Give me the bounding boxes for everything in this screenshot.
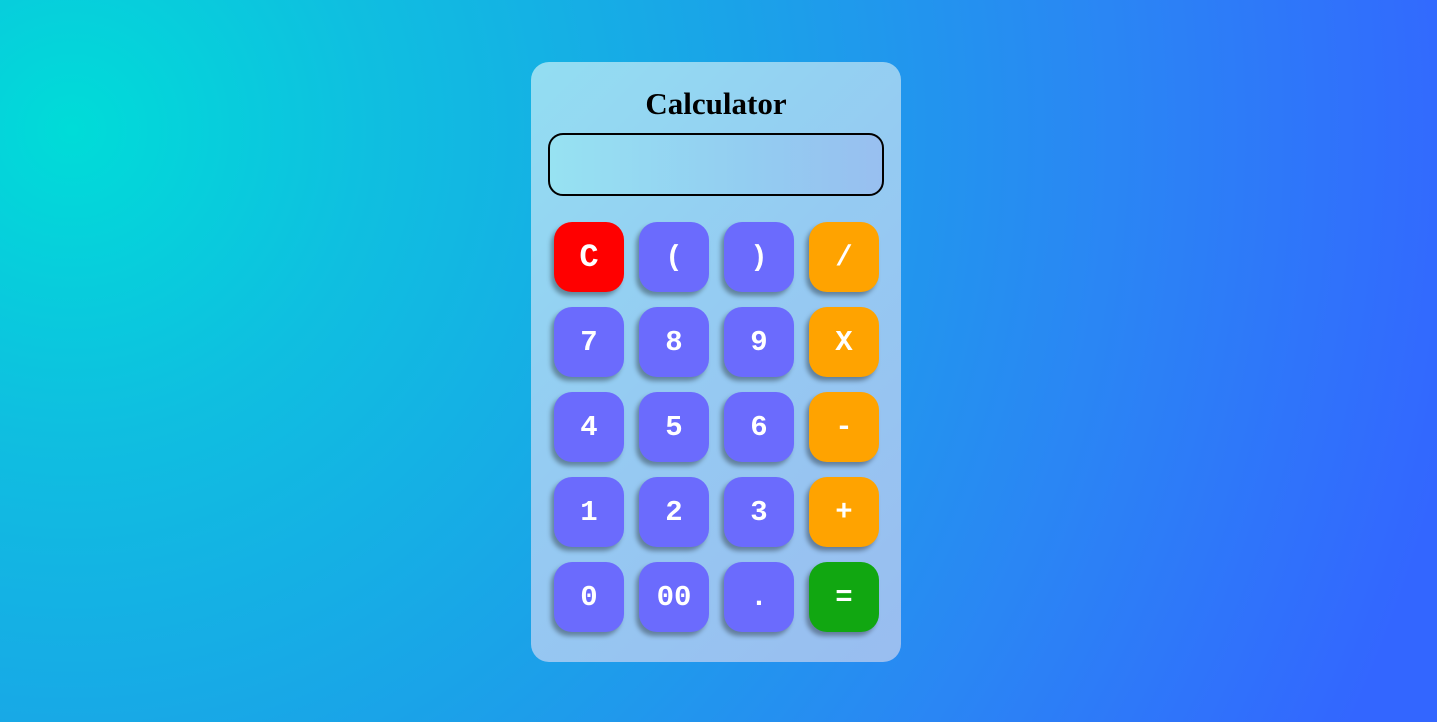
double-zero-button[interactable]: 00 <box>639 562 709 632</box>
digit-4-button[interactable]: 4 <box>554 392 624 462</box>
digit-8-button[interactable]: 8 <box>639 307 709 377</box>
calculator-panel: Calculator C ( ) / 7 8 9 X 4 5 6 - 1 2 3… <box>531 62 901 662</box>
open-paren-button[interactable]: ( <box>639 222 709 292</box>
digit-5-button[interactable]: 5 <box>639 392 709 462</box>
close-paren-button[interactable]: ) <box>724 222 794 292</box>
divide-button[interactable]: / <box>809 222 879 292</box>
digit-7-button[interactable]: 7 <box>554 307 624 377</box>
digit-6-button[interactable]: 6 <box>724 392 794 462</box>
equals-button[interactable]: = <box>809 562 879 632</box>
page-title: Calculator <box>645 86 787 121</box>
multiply-button[interactable]: X <box>809 307 879 377</box>
digit-9-button[interactable]: 9 <box>724 307 794 377</box>
digit-1-button[interactable]: 1 <box>554 477 624 547</box>
subtract-button[interactable]: - <box>809 392 879 462</box>
digit-3-button[interactable]: 3 <box>724 477 794 547</box>
digit-2-button[interactable]: 2 <box>639 477 709 547</box>
clear-button[interactable]: C <box>554 222 624 292</box>
calculator-display[interactable] <box>548 133 884 196</box>
decimal-button[interactable]: . <box>724 562 794 632</box>
digit-0-button[interactable]: 0 <box>554 562 624 632</box>
add-button[interactable]: + <box>809 477 879 547</box>
